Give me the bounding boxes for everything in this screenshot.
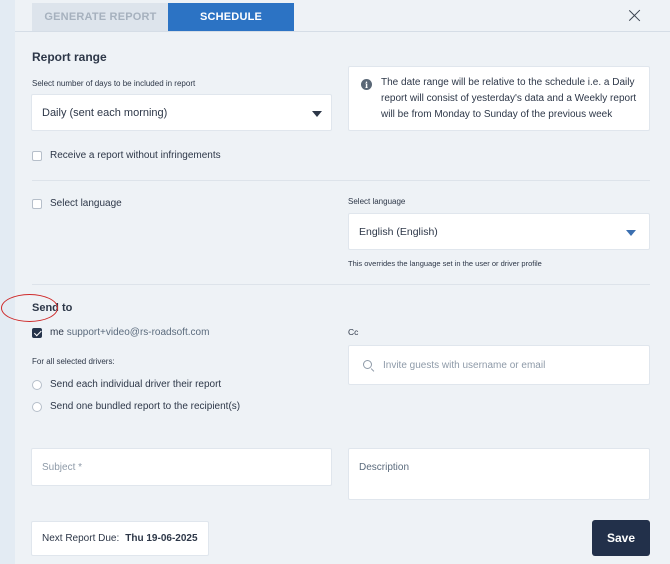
- close-icon[interactable]: [627, 8, 643, 24]
- chevron-down-icon: [626, 230, 636, 236]
- subject-placeholder: Subject *: [42, 462, 83, 473]
- search-icon: [363, 360, 372, 369]
- next-report-due: Next Report Due: Thu 19-06-2025: [31, 521, 209, 556]
- description-placeholder: Description: [359, 462, 410, 473]
- info-icon: i: [361, 79, 372, 90]
- no-infringements-checkbox[interactable]: [32, 151, 42, 161]
- tab-divider: [15, 31, 670, 32]
- language-note: This overrides the language set in the u…: [348, 259, 542, 268]
- me-label: me: [50, 327, 64, 338]
- select-language-checkbox[interactable]: [32, 199, 42, 209]
- language-select[interactable]: English (English): [348, 213, 650, 250]
- report-range-title: Report range: [32, 50, 107, 64]
- tab-schedule[interactable]: SCHEDULE: [168, 3, 294, 31]
- me-checkbox[interactable]: [32, 328, 42, 338]
- annotation-circle: [1, 294, 58, 322]
- info-text: The date range will be relative to the s…: [381, 77, 637, 120]
- cc-input[interactable]: Invite guests with username or email: [348, 345, 650, 385]
- subject-input[interactable]: Subject *: [31, 448, 332, 486]
- drivers-label: For all selected drivers:: [32, 357, 115, 366]
- individual-report-radio[interactable]: [32, 380, 42, 390]
- language-select-value: English (English): [359, 226, 438, 238]
- next-due-label: Next Report Due:: [42, 533, 120, 544]
- description-input[interactable]: Description: [348, 448, 650, 500]
- cc-label: Cc: [348, 327, 359, 337]
- bundled-report-label: Send one bundled report to the recipient…: [50, 401, 241, 412]
- days-select[interactable]: Daily (sent each morning): [31, 94, 332, 131]
- no-infringements-label: Receive a report without infringements: [50, 150, 221, 161]
- divider: [32, 284, 650, 285]
- days-label: Select number of days to be included in …: [32, 79, 196, 88]
- bundled-report-radio[interactable]: [32, 402, 42, 412]
- days-select-value: Daily (sent each morning): [42, 107, 168, 119]
- chevron-down-icon: [312, 111, 322, 117]
- save-button[interactable]: Save: [592, 520, 650, 556]
- divider: [32, 180, 650, 181]
- tab-generate-report[interactable]: GENERATE REPORT: [32, 3, 169, 31]
- select-language-label: Select language: [50, 198, 122, 209]
- individual-report-label: Send each individual driver their report: [50, 379, 222, 390]
- language-field-label: Select language: [348, 197, 406, 206]
- cc-placeholder: Invite guests with username or email: [383, 360, 546, 371]
- schedule-panel: GENERATE REPORT SCHEDULE Report range Se…: [15, 0, 670, 564]
- next-due-value: Thu 19-06-2025: [125, 533, 198, 544]
- me-email: support+video@rs-roadsoft.com: [66, 327, 210, 338]
- date-range-info: i The date range will be relative to the…: [348, 66, 650, 131]
- me-recipient: me support+video@rs-roadsoft.com: [50, 327, 209, 338]
